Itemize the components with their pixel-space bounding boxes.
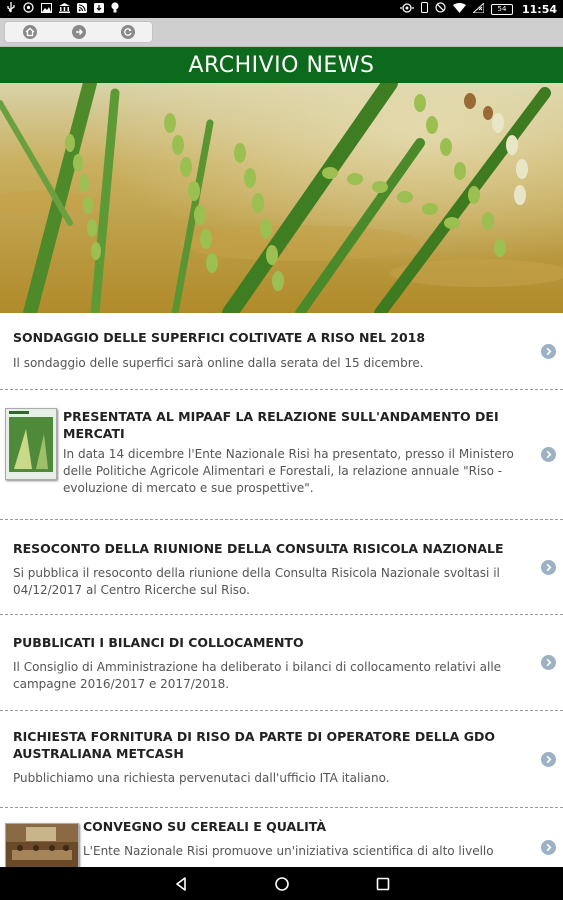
wifi-icon	[452, 2, 466, 16]
news-summary: Il sondaggio delle superfici sarà online…	[13, 356, 424, 370]
news-item[interactable]: PRESENTATA AL MIPAAF LA RELAZIONE SULL'A…	[0, 390, 563, 520]
forward-icon[interactable]	[71, 25, 86, 39]
page-header: ARCHIVIO NEWS	[0, 47, 563, 83]
news-summary: Pubblichiamo una richiesta pervenutaci d…	[13, 771, 390, 785]
rss-icon	[77, 2, 87, 16]
usb-icon	[6, 2, 16, 16]
news-title: PUBBLICATI I BILANCI DI COLLOCAMENTO	[13, 635, 304, 650]
status-bar: 54 11:54	[0, 0, 563, 18]
gallery-icon	[41, 2, 52, 16]
chevron-right-icon[interactable]	[541, 560, 556, 575]
news-list: SONDAGGIO DELLE SUPERFICI COLTIVATE A RI…	[0, 313, 563, 888]
system-navigation-bar	[0, 867, 563, 900]
nav-button-group	[4, 21, 153, 43]
chevron-right-icon[interactable]	[541, 447, 556, 462]
news-summary: L'Ente Nazionale Risi promuove un'inizia…	[83, 844, 494, 858]
bank-icon	[59, 2, 70, 16]
refresh-icon[interactable]	[120, 25, 135, 39]
news-summary: Si pubblica il resoconto della riunione …	[13, 566, 500, 597]
status-bar-right: 54 11:54	[399, 1, 557, 16]
home-icon[interactable]	[274, 876, 290, 892]
at-icon	[23, 2, 34, 16]
news-title: RICHIESTA FORNITURA DI RISO DA PARTE DI …	[13, 729, 495, 761]
report-cover-thumbnail	[5, 408, 57, 480]
back-icon[interactable]	[173, 876, 189, 892]
chevron-right-icon[interactable]	[541, 344, 556, 359]
news-title: CONVEGNO SU CEREALI E QUALITÀ	[83, 819, 326, 834]
clock: 11:54	[521, 2, 557, 16]
cast-icon	[399, 2, 414, 16]
news-item[interactable]: RICHIESTA FORNITURA DI RISO DA PARTE DI …	[0, 711, 563, 808]
home-icon[interactable]	[22, 25, 37, 39]
no-signal-icon	[471, 1, 485, 16]
news-item[interactable]: PUBBLICATI I BILANCI DI COLLOCAMENTO Il …	[0, 615, 563, 711]
download-icon	[94, 2, 104, 16]
news-title: SONDAGGIO DELLE SUPERFICI COLTIVATE A RI…	[13, 330, 426, 345]
chevron-right-icon[interactable]	[541, 655, 556, 670]
news-item[interactable]: RESOCONTO DELLA RIUNIONE DELLA CONSULTA …	[0, 520, 563, 615]
status-bar-left	[6, 2, 119, 16]
browser-toolbar	[0, 18, 563, 47]
news-title: PRESENTATA AL MIPAAF LA RELAZIONE SULL'A…	[63, 409, 499, 441]
news-title: RESOCONTO DELLA RIUNIONE DELLA CONSULTA …	[13, 541, 504, 556]
chevron-right-icon[interactable]	[541, 840, 556, 855]
news-summary: In data 14 dicembre l'Ente Nazionale Ris…	[63, 447, 514, 495]
chevron-right-icon[interactable]	[541, 752, 556, 767]
battery-icon: 54	[490, 3, 513, 15]
recents-icon[interactable]	[375, 876, 391, 892]
news-item[interactable]: SONDAGGIO DELLE SUPERFICI COLTIVATE A RI…	[0, 313, 563, 390]
page-title: ARCHIVIO NEWS	[188, 52, 375, 78]
bulb-icon	[111, 2, 119, 16]
do-not-disturb-icon	[435, 2, 446, 16]
phone-icon	[420, 2, 428, 16]
news-summary: Il Consiglio di Amministrazione ha delib…	[13, 660, 502, 691]
hero-image-rice-field	[0, 83, 563, 313]
battery-level: 54	[497, 4, 507, 13]
